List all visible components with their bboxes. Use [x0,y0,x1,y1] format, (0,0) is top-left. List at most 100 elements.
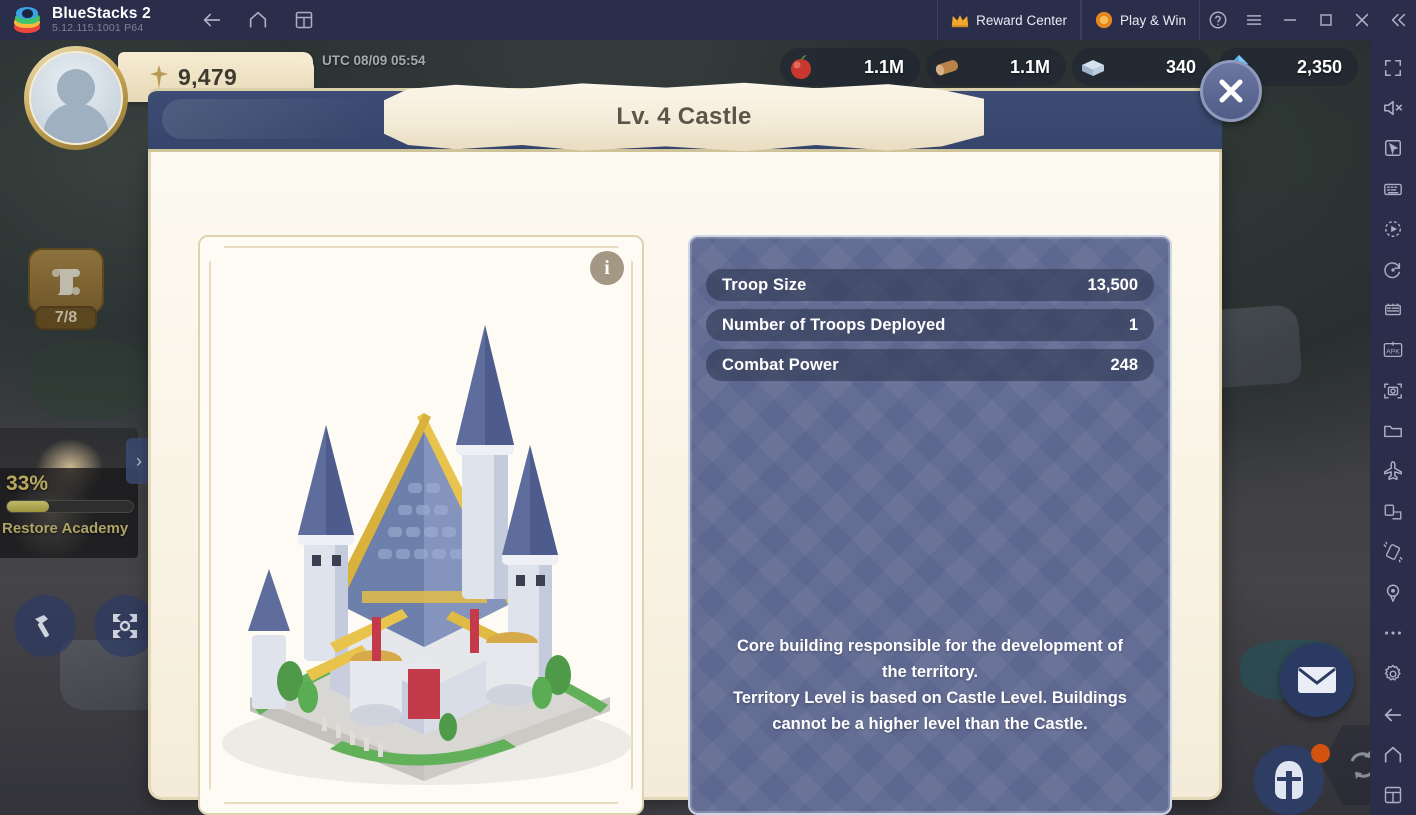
table-row: Combat Power 248 [706,349,1154,381]
multi-instance-button[interactable] [1370,290,1416,329]
emulator-nav-buttons [197,5,319,35]
coin-icon [1095,11,1113,29]
utc-clock: UTC 08/09 05:54 [322,53,426,68]
help-button[interactable] [1200,0,1236,40]
minimize-button[interactable] [1272,0,1308,40]
stone-value: 340 [1165,56,1196,77]
app-title-block: BlueStacks 2 5.12.115.1001 P64 [52,5,151,34]
airplane-mode-button[interactable] [1370,452,1416,491]
stats-list: Troop Size 13,500 Number of Troops Deplo… [690,237,1170,381]
android-home-icon [1382,744,1404,766]
hammer-icon [29,610,61,642]
android-recents-icon [1383,785,1403,805]
apk-install-icon: APK [1381,340,1405,360]
minimize-icon [1280,10,1300,30]
mute-icon [1382,98,1404,118]
more-icon [1382,629,1404,637]
quest-tracker-button[interactable]: 7/8 [28,248,104,334]
reward-center-label: Reward Center [976,12,1067,28]
home-button[interactable] [243,5,273,35]
stat-value: 1 [1128,315,1138,334]
airplane-icon [1382,460,1404,482]
hero-progress-pct: 33% [6,472,49,495]
power-emblem-icon [148,64,170,90]
player-avatar[interactable] [24,46,128,150]
settings-button[interactable] [1370,655,1416,694]
menu-button[interactable] [1236,0,1272,40]
play-and-win-button[interactable]: Play & Win [1080,0,1200,40]
screenshot-button[interactable] [1370,371,1416,410]
multi-instance-icon [1382,300,1404,320]
description-line-3: Territory Level is based on Castle Level… [733,689,1127,707]
mute-button[interactable] [1370,88,1416,127]
more-options-button[interactable] [1370,613,1416,652]
resource-bar: 1.1M 1.1M 340 2,350 [780,48,1358,86]
mail-button[interactable] [1280,643,1354,717]
media-folder-button[interactable] [1370,411,1416,450]
stat-value: 248 [1110,355,1138,374]
mail-icon [1297,665,1337,695]
rotate-screen-button[interactable] [1370,492,1416,531]
android-back-button[interactable] [1370,695,1416,734]
android-back-icon [1382,704,1404,726]
apk-install-button[interactable]: APK [1370,331,1416,370]
resource-wood[interactable]: 1.1M [926,48,1066,86]
macro-button[interactable] [1370,210,1416,249]
hero-progress-bar [6,500,134,513]
crown-icon [951,13,969,28]
wood-log-icon [932,52,962,82]
keyboard-icon [1382,179,1404,199]
resource-food[interactable]: 1.1M [780,48,920,86]
android-recents-button[interactable] [1370,776,1416,815]
close-window-button[interactable] [1344,0,1380,40]
description-line-1: Core building responsible for the develo… [737,637,1123,655]
world-map-button[interactable] [94,595,156,657]
close-dialog-button[interactable] [1200,60,1262,122]
menu-icon [1244,10,1264,30]
folder-icon [1382,421,1404,441]
hero-task-card[interactable]: 33% Restore Academy › [0,428,152,558]
emulator-titlebar: BlueStacks 2 5.12.115.1001 P64 Reward Ce… [0,0,1416,40]
hero-task-label: Restore Academy [2,520,129,537]
maximize-button[interactable] [1308,0,1344,40]
reward-center-button[interactable]: Reward Center [937,0,1081,40]
back-button[interactable] [197,5,227,35]
wood-value: 1.1M [1009,56,1050,77]
castle-illustration [212,273,634,793]
rotate-button[interactable] [1370,250,1416,289]
shake-button[interactable] [1370,533,1416,572]
scroll-icon [28,248,104,314]
info-icon[interactable]: i [590,251,624,285]
power-value: 9,479 [178,63,238,90]
screenshot-icon [1382,381,1404,401]
dialog-body: i Troop Size 13,500 Number of Troops Dep… [148,149,1222,815]
shake-icon [1382,541,1404,563]
collapse-sidebar-button[interactable] [1380,0,1416,40]
android-home-button[interactable] [1370,735,1416,774]
location-button[interactable] [1370,573,1416,612]
stat-value: 13,500 [1087,275,1138,294]
close-icon [1352,10,1372,30]
multi-window-icon [294,10,314,30]
troops-notification-dot [1311,744,1330,763]
close-x-icon [1215,75,1247,107]
building-description: Core building responsible for the develo… [712,633,1148,737]
bluestacks-logo-icon [14,7,40,33]
stat-label: Combat Power [722,355,839,374]
build-button[interactable] [14,595,76,657]
fullscreen-button[interactable] [1370,48,1416,87]
food-apple-icon [786,52,816,82]
keyboard-controls-button[interactable] [1370,169,1416,208]
building-image-panel: i [198,235,644,815]
building-info-dialog: i Troop Size 13,500 Number of Troops Dep… [148,60,1262,815]
cursor-controls-button[interactable] [1370,129,1416,168]
world-map-icon [109,610,141,642]
resource-stone[interactable]: 340 [1072,48,1212,86]
svg-text:APK: APK [1386,349,1400,356]
table-row: Troop Size 13,500 [706,269,1154,301]
macro-play-icon [1383,219,1403,239]
helmet-icon [1270,759,1308,801]
recents-button[interactable] [289,5,319,35]
rotate-icon [1383,260,1403,280]
settings-icon [1382,663,1404,685]
